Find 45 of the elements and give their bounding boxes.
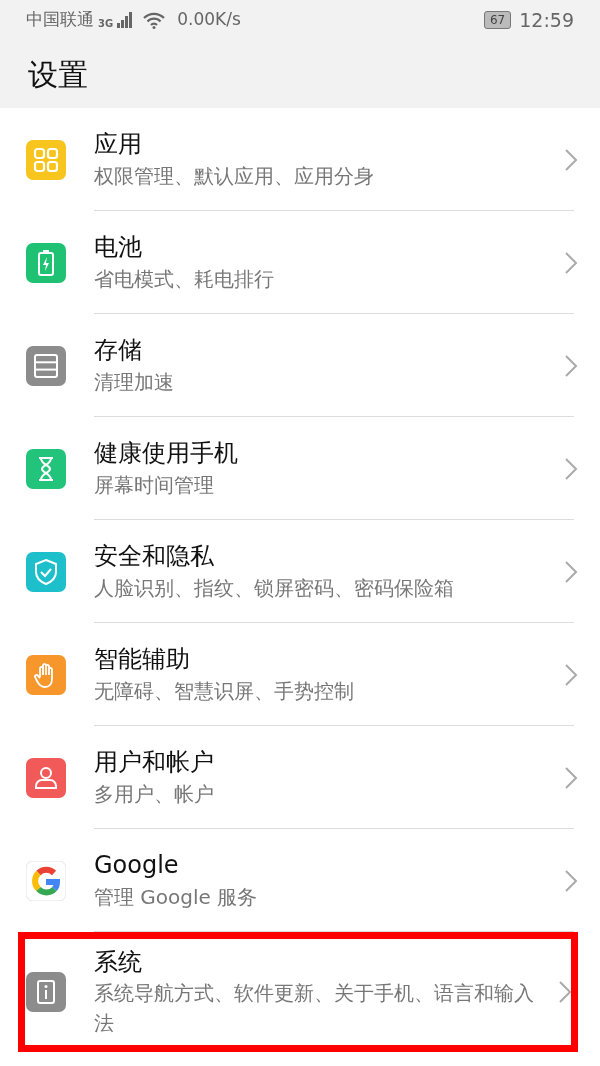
network-speed: 0.00K/s — [177, 8, 241, 32]
signal-icon — [117, 12, 134, 28]
chevron-right-icon — [564, 354, 578, 377]
item-subtitle: 系统导航方式、软件更新、关于手机、语言和输入法 — [94, 980, 535, 1038]
settings-item[interactable]: 用户和帐户 多用户、帐户 — [0, 726, 600, 829]
settings-item[interactable]: 智能辅助 无障碍、智慧识屏、手势控制 — [0, 623, 600, 726]
chevron-right-icon — [564, 148, 578, 171]
item-subtitle: 权限管理、默认应用、应用分身 — [94, 162, 374, 190]
item-title: 健康使用手机 — [94, 438, 238, 470]
chevron-right-icon — [564, 766, 578, 789]
page-title: 设置 — [28, 55, 88, 94]
item-subtitle: 无障碍、智慧识屏、手势控制 — [94, 677, 354, 705]
item-subtitle: 屏幕时间管理 — [94, 471, 214, 499]
settings-item[interactable]: 电池 省电模式、耗电排行 — [0, 211, 600, 314]
item-subtitle: 管理 Google 服务 — [94, 883, 258, 911]
item-title: 电池 — [94, 232, 142, 264]
settings-item[interactable]: 应用 权限管理、默认应用、应用分身 — [0, 108, 600, 211]
item-title: 系统 — [94, 947, 142, 978]
chevron-right-icon — [564, 251, 578, 274]
settings-item[interactable]: 健康使用手机 屏幕时间管理 — [0, 417, 600, 520]
item-subtitle: 清理加速 — [94, 368, 174, 396]
settings-item[interactable]: 存储 清理加速 — [0, 314, 600, 417]
settings-item[interactable]: Google 管理 Google 服务 — [0, 829, 600, 932]
chevron-right-icon — [558, 981, 572, 1004]
item-title: 应用 — [94, 129, 142, 161]
settings-item[interactable]: 系统 系统导航方式、软件更新、关于手机、语言和输入法 — [18, 932, 578, 1053]
chevron-right-icon — [564, 457, 578, 480]
settings-item[interactable]: 安全和隐私 人脸识别、指纹、锁屏密码、密码保险箱 — [0, 520, 600, 623]
item-subtitle: 人脸识别、指纹、锁屏密码、密码保险箱 — [94, 574, 454, 602]
multicolor-g-icon — [26, 860, 66, 901]
item-title: Google — [94, 850, 179, 882]
clock: 12:59 — [519, 7, 574, 33]
wifi-icon — [143, 11, 166, 29]
carrier-name: 中国联通 — [26, 8, 94, 32]
battery-level: 67 — [483, 11, 512, 29]
item-subtitle: 省电模式、耗电排行 — [94, 265, 274, 293]
item-title: 安全和隐私 — [94, 541, 214, 573]
chevron-right-icon — [564, 869, 578, 892]
chevron-right-icon — [564, 560, 578, 583]
chevron-right-icon — [564, 663, 578, 686]
item-title: 存储 — [94, 335, 142, 367]
item-title: 用户和帐户 — [94, 747, 214, 779]
network-type: 3G — [98, 17, 114, 32]
item-title: 智能辅助 — [94, 644, 190, 676]
item-subtitle: 多用户、帐户 — [94, 780, 214, 808]
